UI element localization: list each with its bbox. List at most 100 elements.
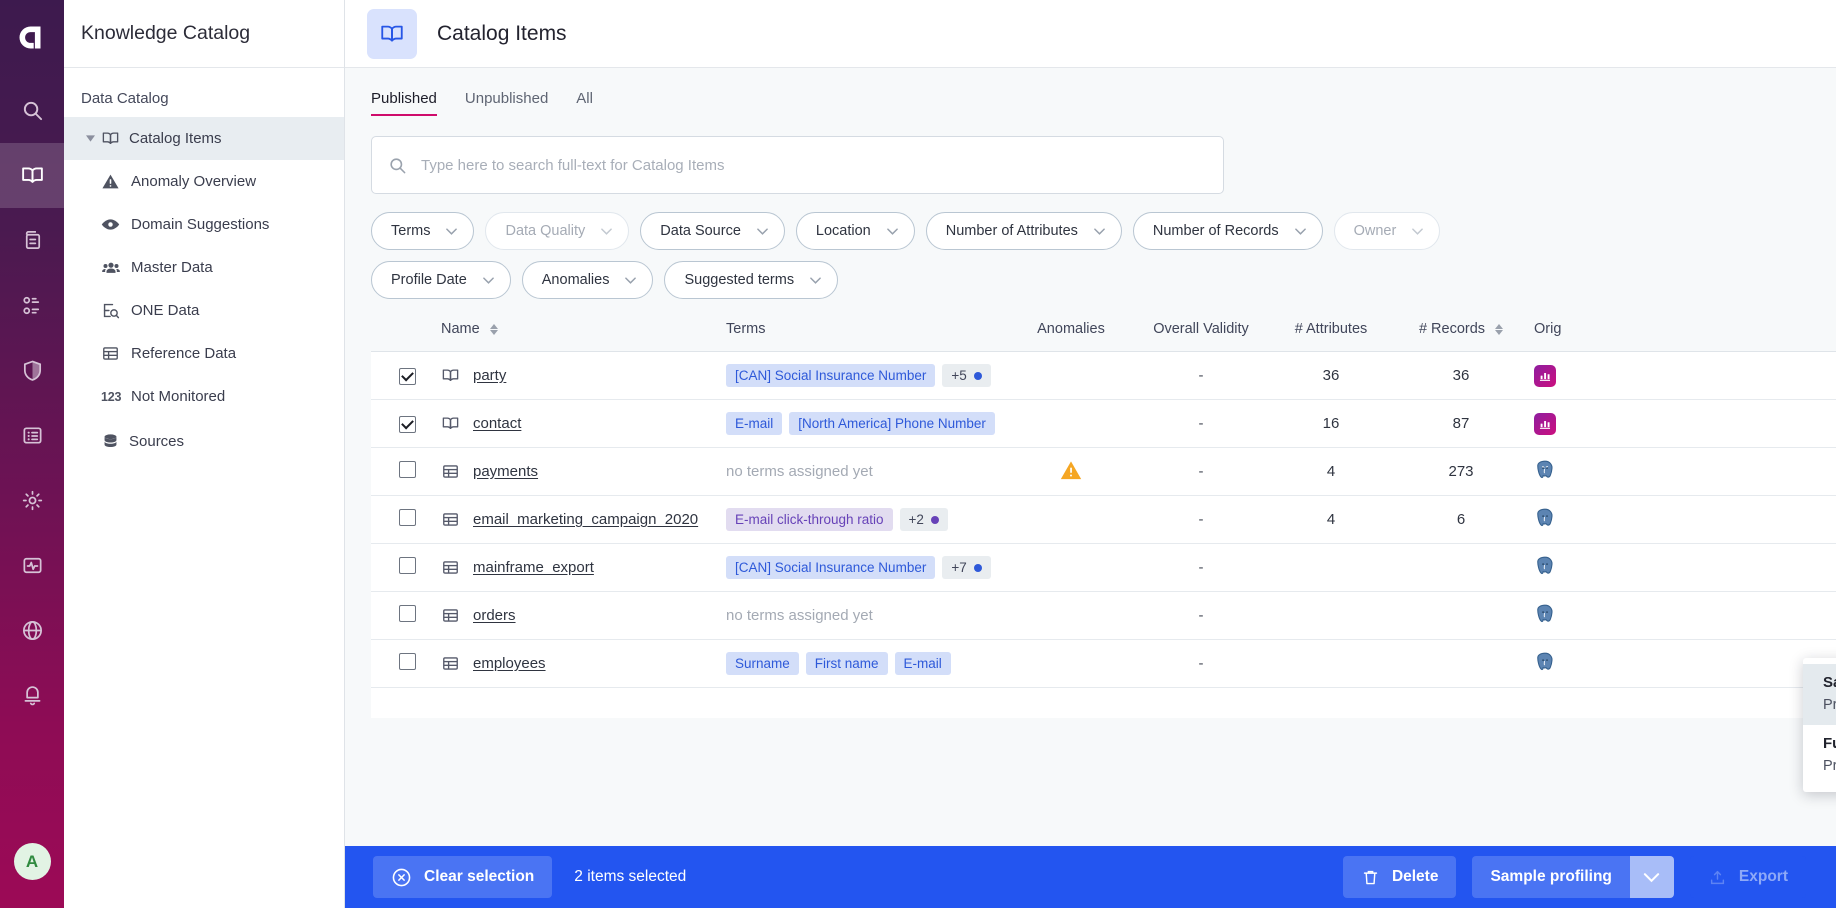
term-badge[interactable]: [North America] Phone Number xyxy=(789,412,995,435)
term-badge[interactable]: First name xyxy=(805,652,888,675)
shield-icon[interactable] xyxy=(0,338,64,403)
sample-profiling-button[interactable]: Sample profiling xyxy=(1472,856,1630,898)
table-row[interactable] xyxy=(371,687,1836,718)
tab-all[interactable]: All xyxy=(576,90,593,116)
table-row[interactable]: party [CAN] Social Insurance Number +5 -… xyxy=(371,351,1836,400)
close-circle-icon xyxy=(391,867,412,888)
table-row[interactable]: email_marketing_campaign_2020 E-mail cli… xyxy=(371,495,1836,544)
sort-icon[interactable] xyxy=(1495,323,1504,335)
row-checkbox[interactable] xyxy=(399,415,416,433)
row-name-cell: mainframe_export xyxy=(441,544,726,592)
term-dot xyxy=(973,371,982,380)
filter-location[interactable]: Location xyxy=(795,212,915,250)
filter-number-of-attributes[interactable]: Number of Attributes xyxy=(925,212,1122,250)
search-icon[interactable] xyxy=(0,78,64,143)
catalog-item-link[interactable]: orders xyxy=(473,607,516,624)
column-header-name[interactable]: Name xyxy=(441,321,726,352)
row-checkbox[interactable] xyxy=(399,461,416,478)
nav-list: Catalog Items Anomaly Overview Domain Su… xyxy=(64,117,344,463)
sidebar-item-master-data[interactable]: Master Data xyxy=(64,246,344,289)
filter-suggested-terms[interactable]: Suggested terms xyxy=(664,261,839,299)
term-badge[interactable]: [CAN] Social Insurance Number xyxy=(726,364,936,387)
row-origin-cell xyxy=(1526,352,1836,400)
tab-unpublished[interactable]: Unpublished xyxy=(465,90,548,116)
sidebar-item-anomaly-overview[interactable]: Anomaly Overview xyxy=(64,160,344,203)
table-row[interactable]: contact E-mail [North America] Phone Num… xyxy=(371,399,1836,448)
term-badge[interactable]: [CAN] Social Insurance Number xyxy=(726,556,936,579)
row-checkbox[interactable] xyxy=(399,653,416,670)
term-badge[interactable]: Surname xyxy=(726,652,799,675)
row-checkbox[interactable] xyxy=(399,367,416,385)
sidebar-item-sources[interactable]: Sources xyxy=(64,420,344,463)
clipboard-icon[interactable] xyxy=(0,208,64,273)
sort-icon[interactable] xyxy=(489,323,498,335)
warning-triangle-icon[interactable] xyxy=(1060,460,1082,480)
column-header-records[interactable]: # Records xyxy=(1396,321,1526,352)
table-body: party [CAN] Social Insurance Number +5 -… xyxy=(371,351,1836,718)
table-row[interactable]: orders no terms assigned yet - xyxy=(371,591,1836,640)
sample-profiling-label: Sample profiling xyxy=(1490,868,1612,885)
filter-owner[interactable]: Owner xyxy=(1333,212,1441,250)
row-anomalies-cell xyxy=(1006,592,1136,640)
row-checkbox[interactable] xyxy=(399,509,416,526)
ataccama-logo[interactable] xyxy=(0,0,64,78)
filter-number-of-records[interactable]: Number of Records xyxy=(1132,212,1323,250)
export-button[interactable]: Export xyxy=(1689,856,1806,898)
book-icon[interactable] xyxy=(0,143,64,208)
menu-item-sample-profiling[interactable]: Sample profiling Profile a sample of the… xyxy=(1803,664,1836,725)
table-row[interactable]: payments no terms assigned yet - 4 273 xyxy=(371,447,1836,496)
bell-icon[interactable] xyxy=(0,663,64,728)
table-row[interactable]: mainframe_export [CAN] Social Insurance … xyxy=(371,543,1836,592)
row-attributes-cell xyxy=(1266,592,1396,640)
filter-anomalies[interactable]: Anomalies xyxy=(521,261,654,299)
row-checkbox-cell xyxy=(371,448,441,496)
catalog-item-link[interactable]: party xyxy=(473,367,506,384)
chevron-down-icon xyxy=(1412,227,1424,235)
term-more-badge[interactable]: +7 xyxy=(942,556,991,579)
row-checkbox[interactable] xyxy=(399,605,416,622)
term-badge[interactable]: E-mail click-through ratio xyxy=(726,508,893,531)
globe-icon[interactable] xyxy=(0,598,64,663)
no-terms-label: no terms assigned yet xyxy=(726,607,873,624)
sidebar-item-catalog-items[interactable]: Catalog Items xyxy=(64,117,344,160)
model-icon[interactable] xyxy=(0,273,64,338)
tab-published[interactable]: Published xyxy=(371,90,437,116)
sidebar-item-domain-suggestions[interactable]: Domain Suggestions xyxy=(64,203,344,246)
sidebar-item-label: Domain Suggestions xyxy=(131,216,270,233)
chevron-down-icon[interactable] xyxy=(81,135,99,142)
catalog-item-link[interactable]: contact xyxy=(473,415,521,432)
menu-item-full-profiling[interactable]: Full profiling Profile the full dataset xyxy=(1803,725,1836,786)
term-badge[interactable]: E-mail xyxy=(726,412,783,435)
term-more-badge[interactable]: +5 xyxy=(942,364,991,387)
chevron-down-icon xyxy=(1094,227,1105,235)
sidebar-item-reference-data[interactable]: Reference Data xyxy=(64,332,344,375)
clear-selection-button[interactable]: Clear selection xyxy=(373,856,553,898)
monitoring-icon[interactable] xyxy=(0,533,64,598)
filter-label: Profile Date xyxy=(391,272,467,288)
filter-terms[interactable]: Terms xyxy=(371,212,475,250)
catalog-item-link[interactable]: mainframe_export xyxy=(473,559,594,576)
filter-profile-date[interactable]: Profile Date xyxy=(371,261,511,299)
search-icon xyxy=(388,156,407,175)
row-checkbox[interactable] xyxy=(399,557,416,574)
catalog-item-link[interactable]: payments xyxy=(473,463,538,480)
delete-button[interactable]: Delete xyxy=(1342,856,1457,898)
catalog-item-link[interactable]: email_marketing_campaign_2020 xyxy=(473,511,698,528)
gear-icon[interactable] xyxy=(0,468,64,533)
term-more-badge[interactable]: +2 xyxy=(899,508,948,531)
catalog-item-link[interactable]: employees xyxy=(473,655,546,672)
nav-section-label: Data Catalog xyxy=(81,90,169,107)
row-terms-cell: E-mail [North America] Phone Number xyxy=(726,400,1006,448)
search-input[interactable] xyxy=(421,156,1207,174)
profiling-dropdown-toggle[interactable] xyxy=(1629,856,1674,898)
search-bar[interactable] xyxy=(371,136,1224,194)
list-icon[interactable] xyxy=(0,403,64,468)
filter-data-source[interactable]: Data Source xyxy=(640,212,785,250)
filter-data-quality[interactable]: Data Quality xyxy=(485,212,630,250)
sidebar-item-not-monitored[interactable]: 123 Not Monitored xyxy=(64,375,344,418)
row-terms-cell: [CAN] Social Insurance Number +7 xyxy=(726,544,1006,592)
table-row[interactable]: employees Surname First name E-mail - xyxy=(371,639,1836,688)
term-badge[interactable]: E-mail xyxy=(894,652,951,675)
sidebar-item-one-data[interactable]: ONE Data xyxy=(64,289,344,332)
avatar[interactable]: A xyxy=(13,843,51,880)
